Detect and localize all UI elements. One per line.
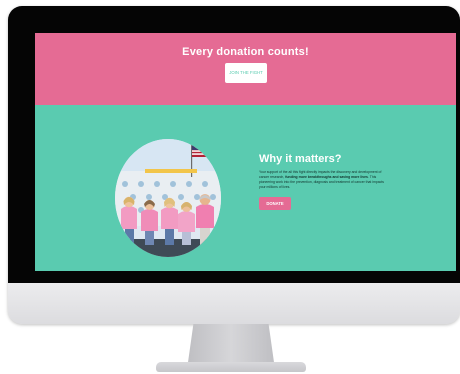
hero-title: Every donation counts! bbox=[182, 46, 309, 58]
monitor: Every donation counts! JOIN THE FIGHT Wh… bbox=[8, 6, 460, 324]
mission-section: Why it matters? Your support of the ail … bbox=[35, 105, 456, 271]
body-text-bold: funding more breakthroughs and saving mo… bbox=[285, 175, 368, 179]
why-it-matters-block: Why it matters? Your support of the ail … bbox=[259, 153, 391, 210]
hero-section: Every donation counts! JOIN THE FIGHT bbox=[35, 33, 456, 105]
why-it-matters-title: Why it matters? bbox=[259, 153, 342, 165]
why-it-matters-text: Your support of the ail this fight direc… bbox=[259, 170, 391, 190]
team-photo-icon bbox=[115, 139, 221, 257]
monitor-stand-base bbox=[156, 362, 306, 372]
monitor-chin bbox=[8, 283, 460, 324]
donate-button[interactable]: DONATE bbox=[259, 197, 291, 210]
join-the-fight-button[interactable]: JOIN THE FIGHT bbox=[225, 63, 267, 83]
team-photo bbox=[115, 139, 221, 257]
website-screen: Every donation counts! JOIN THE FIGHT Wh… bbox=[35, 33, 456, 271]
monitor-stand-neck bbox=[187, 324, 275, 364]
